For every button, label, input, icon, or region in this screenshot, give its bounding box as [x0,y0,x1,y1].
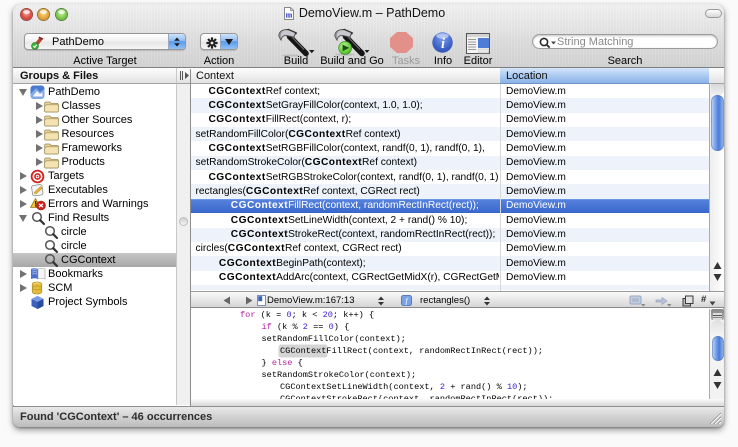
svg-text:i: i [441,36,445,52]
svg-text:m: m [285,11,292,20]
